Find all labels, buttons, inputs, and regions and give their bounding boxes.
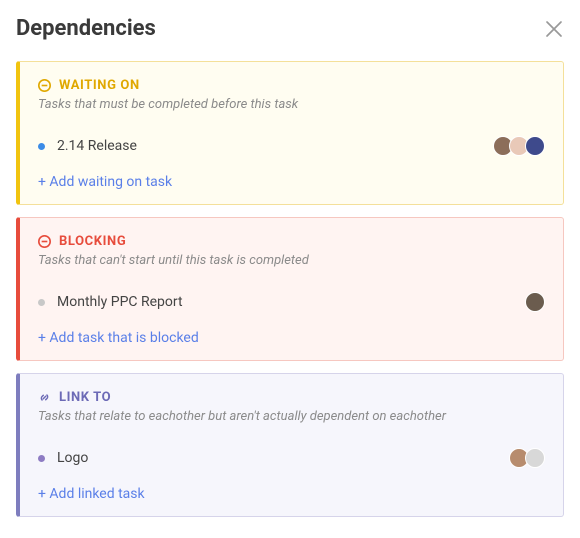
task-avatars — [529, 292, 545, 312]
section-label: LINK TO — [59, 390, 111, 405]
task-name: 2.14 Release — [57, 138, 137, 154]
add-blocked-task-link[interactable]: + Add task that is blocked — [38, 330, 199, 346]
section-header: WAITING ON — [38, 78, 545, 93]
blocking-section: BLOCKING Tasks that can't start until th… — [16, 217, 564, 361]
task-row[interactable]: Monthly PPC Report — [38, 284, 545, 320]
section-label: BLOCKING — [59, 234, 126, 249]
avatar — [525, 136, 545, 156]
waiting-on-section: WAITING ON Tasks that must be completed … — [16, 61, 564, 205]
minus-circle-icon — [38, 79, 51, 92]
section-header: BLOCKING — [38, 234, 545, 249]
link-icon — [38, 391, 51, 404]
close-button[interactable] — [544, 19, 564, 39]
task-left: Logo — [38, 450, 88, 466]
dialog-header: Dependencies — [16, 16, 564, 41]
section-header: LINK TO — [38, 390, 545, 405]
section-description: Tasks that must be completed before this… — [38, 97, 545, 112]
task-left: Monthly PPC Report — [38, 294, 183, 310]
close-icon — [544, 19, 564, 39]
task-bullet — [38, 455, 45, 462]
add-linked-task-link[interactable]: + Add linked task — [38, 486, 145, 502]
dialog-title: Dependencies — [16, 16, 156, 41]
add-waiting-task-link[interactable]: + Add waiting on task — [38, 174, 172, 190]
section-description: Tasks that can't start until this task i… — [38, 253, 545, 268]
section-description: Tasks that relate to eachother but aren'… — [38, 409, 545, 424]
avatar — [525, 448, 545, 468]
task-row[interactable]: Logo — [38, 440, 545, 476]
link-to-section: LINK TO Tasks that relate to eachother b… — [16, 373, 564, 517]
task-bullet — [38, 143, 45, 150]
task-avatars — [513, 448, 545, 468]
task-name: Logo — [57, 450, 88, 466]
task-avatars — [497, 136, 545, 156]
task-left: 2.14 Release — [38, 138, 137, 154]
section-label: WAITING ON — [59, 78, 140, 93]
task-name: Monthly PPC Report — [57, 294, 183, 310]
avatar — [525, 292, 545, 312]
task-bullet — [38, 299, 45, 306]
task-row[interactable]: 2.14 Release — [38, 128, 545, 164]
minus-circle-icon — [38, 235, 51, 248]
